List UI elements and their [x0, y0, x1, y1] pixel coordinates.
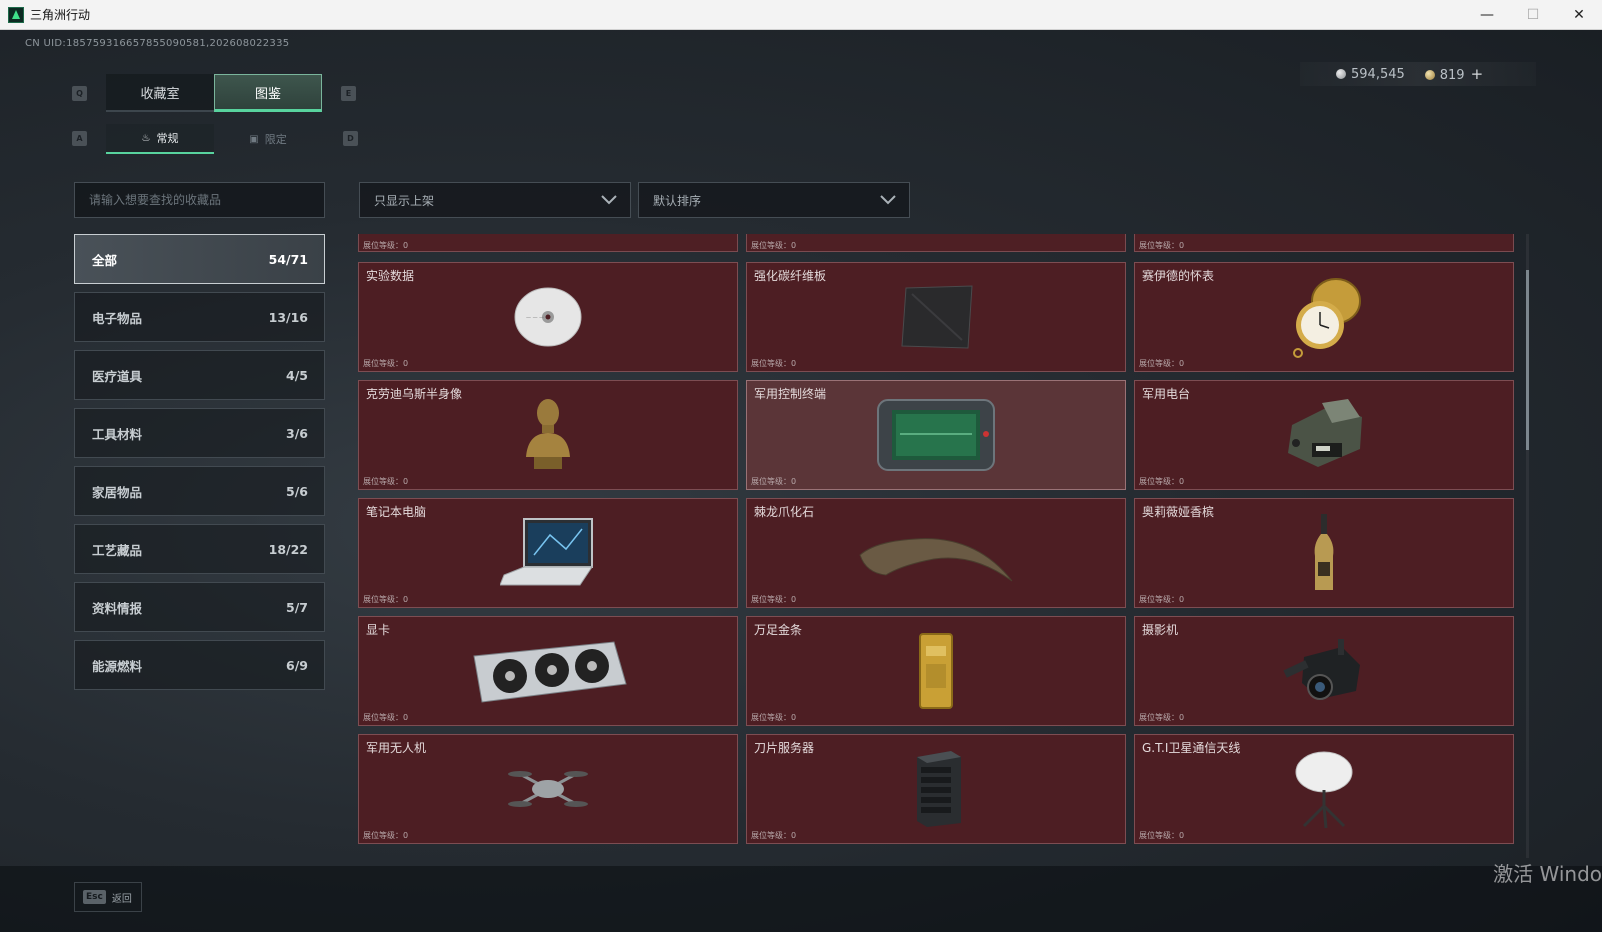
category-household[interactable]: 家居物品 5/6	[74, 466, 325, 516]
card-level: 展位等级：0	[1134, 234, 1514, 252]
flame-icon: ♨	[141, 132, 151, 144]
collection-card[interactable]: 棘龙爪化石 展位等级：0	[746, 498, 1126, 608]
app-logo-icon	[8, 6, 24, 23]
card-level: 展位等级：0	[358, 234, 738, 252]
close-button[interactable]: ✕	[1556, 0, 1602, 30]
disc-icon: — — —	[514, 287, 582, 347]
search-box	[74, 182, 325, 218]
collection-card[interactable]: 强化碳纤维板 展位等级：0	[746, 262, 1126, 372]
key-hint-q: Q	[72, 86, 87, 101]
user-uid: CN UID:18575931665785509058‌1,2026080223…	[25, 38, 290, 49]
display-filter-dropdown[interactable]: 只显示上架	[359, 182, 631, 218]
svg-text:— — —: — — —	[526, 315, 544, 321]
gpu-icon	[473, 641, 627, 703]
satellite-dish-icon	[1295, 751, 1353, 829]
back-label: 返回	[111, 893, 132, 905]
collection-card[interactable]: 军用控制终端 展位等级：0	[746, 380, 1126, 490]
esc-key-hint: Esc	[83, 890, 106, 904]
main-tabs: 收藏室 图鉴	[106, 74, 322, 112]
maximize-button[interactable]: ☐	[1510, 0, 1556, 30]
server-icon	[917, 751, 961, 827]
champagne-icon	[1314, 514, 1334, 590]
window-title: 三角洲行动	[30, 8, 91, 22]
collection-card[interactable]: 笔记本电脑 展位等级：0	[358, 498, 738, 608]
sub-tabs: ♨ 常规 ▣ 限定	[106, 124, 322, 154]
collection-card[interactable]: 军用无人机 展位等级：0	[358, 734, 738, 844]
collection-grid: 展位等级：0 展位等级：0 展位等级：0 实验数据 — — — 展位等级：0 强…	[358, 234, 1518, 858]
game-screen: CN UID:18575931665785509058‌1,2026080223…	[0, 30, 1602, 932]
sort-dropdown[interactable]: 默认排序	[638, 182, 910, 218]
pocket-watch-icon	[1293, 278, 1361, 358]
collection-card[interactable]: G.T.I卫星通信天线 展位等级：0	[1134, 734, 1514, 844]
camera-icon	[1283, 639, 1360, 700]
category-tools[interactable]: 工具材料 3/6	[74, 408, 325, 458]
collection-card[interactable]: 奥莉薇娅香槟 展位等级：0	[1134, 498, 1514, 608]
partial-row: 展位等级：0 展位等级：0 展位等级：0	[358, 234, 1518, 252]
image-icon: ▣	[249, 133, 259, 145]
collection-card[interactable]: 克劳迪乌斯半身像 展位等级：0	[358, 380, 738, 490]
key-hint-d: D	[343, 131, 358, 146]
chevron-down-icon	[880, 195, 896, 205]
radio-icon	[1288, 399, 1362, 467]
search-input[interactable]	[89, 193, 324, 207]
chevron-down-icon	[601, 195, 617, 205]
gold-coin-icon	[1424, 70, 1435, 80]
grid-scrollbar[interactable]	[1526, 234, 1529, 858]
category-list: 全部 54/71 电子物品 13/16 医疗道具 4/5 工具材料 3/6 家居物品 5/…	[74, 234, 325, 698]
collection-card[interactable]: 万足金条 展位等级：0	[746, 616, 1126, 726]
key-hint-a: A	[72, 131, 87, 146]
window-titlebar: 三角洲行动 — ☐ ✕	[0, 0, 1602, 30]
claw-fossil-icon	[859, 538, 1013, 582]
gold-currency: 819 +	[1424, 65, 1484, 83]
laptop-icon	[500, 518, 593, 586]
bust-icon	[526, 399, 570, 469]
footer-bar: Esc 返回	[0, 866, 1602, 932]
windows-activation-watermark: 激活 Windo	[1493, 862, 1602, 886]
add-currency-button[interactable]: +	[1471, 65, 1484, 83]
collection-card[interactable]: 刀片服务器 展位等级：0	[746, 734, 1126, 844]
display-filter-value: 只显示上架	[374, 193, 435, 208]
minimize-button[interactable]: —	[1464, 0, 1510, 30]
scrollbar-thumb[interactable]	[1526, 270, 1529, 450]
category-crafts[interactable]: 工艺藏品 18/22	[74, 524, 325, 574]
category-electronics[interactable]: 电子物品 13/16	[74, 292, 325, 342]
collection-card[interactable]: 赛伊德的怀表 展位等级：0	[1134, 262, 1514, 372]
category-all[interactable]: 全部 54/71	[74, 234, 325, 284]
collection-card[interactable]: 实验数据 — — — 展位等级：0	[358, 262, 738, 372]
sort-value: 默认排序	[653, 193, 702, 208]
collection-card[interactable]: 显卡 展位等级：0	[358, 616, 738, 726]
silver-coin-icon	[1336, 68, 1346, 79]
subtab-limited[interactable]: ▣ 限定	[214, 124, 322, 154]
gold-bar-icon	[919, 633, 953, 709]
tab-codex[interactable]: 图鉴	[214, 74, 322, 112]
key-hint-e: E	[341, 86, 356, 101]
back-button[interactable]: Esc 返回	[74, 882, 142, 912]
collection-card[interactable]: 摄影机 展位等级：0	[1134, 616, 1514, 726]
currency-bar: 594,545 819 +	[1300, 62, 1536, 86]
tab-collection-room[interactable]: 收藏室	[106, 74, 214, 112]
collection-card[interactable]: 军用电台 展位等级：0	[1134, 380, 1514, 490]
silver-currency: 594,545	[1336, 67, 1405, 82]
control-terminal-icon	[877, 399, 995, 471]
carbon-plate-icon	[901, 285, 973, 349]
category-intel[interactable]: 资料情报 5/7	[74, 582, 325, 632]
card-level: 展位等级：0	[746, 234, 1126, 252]
subtab-regular[interactable]: ♨ 常规	[106, 124, 214, 154]
category-medical[interactable]: 医疗道具 4/5	[74, 350, 325, 400]
drone-icon	[508, 771, 588, 807]
category-energy[interactable]: 能源燃料 6/9	[74, 640, 325, 690]
